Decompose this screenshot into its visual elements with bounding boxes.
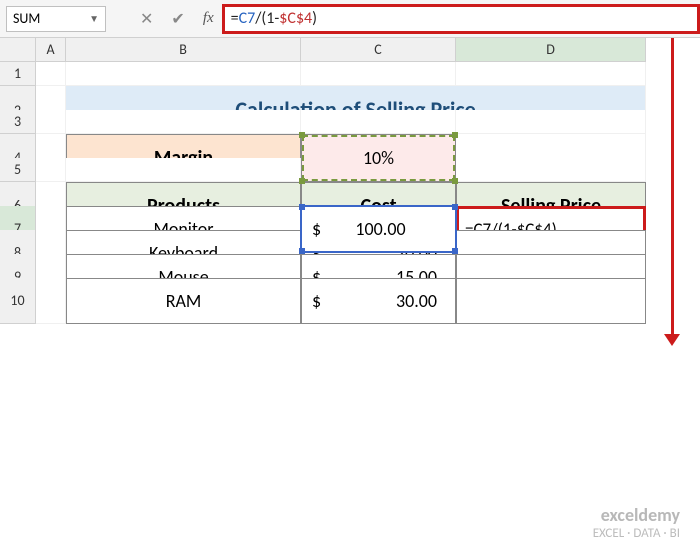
formula-suffix: ) bbox=[312, 9, 317, 28]
cell-a5[interactable] bbox=[36, 158, 66, 182]
confirm-icon[interactable]: ✔ bbox=[171, 9, 184, 29]
formula-ref1: C7 bbox=[239, 9, 256, 28]
formula-input[interactable]: =C7/(1-$C$4) bbox=[222, 4, 700, 34]
name-box[interactable]: SUM ▼ bbox=[6, 6, 106, 32]
name-box-value: SUM bbox=[13, 10, 40, 27]
cost-0[interactable]: $ 100.00 bbox=[301, 206, 456, 252]
cell-d5[interactable] bbox=[456, 158, 646, 182]
cancel-icon[interactable]: ✕ bbox=[140, 9, 153, 29]
product-3[interactable]: RAM bbox=[66, 278, 301, 324]
cell-c3[interactable] bbox=[301, 110, 456, 134]
cell-c1[interactable] bbox=[301, 62, 456, 86]
annotation-arrow-head bbox=[664, 334, 680, 346]
col-head-a[interactable]: A bbox=[36, 38, 66, 62]
cell-d3[interactable] bbox=[456, 110, 646, 134]
currency-symbol: $ bbox=[312, 218, 324, 240]
watermark-tagline: EXCEL · DATA · BI bbox=[593, 526, 680, 542]
cost-3[interactable]: $ 30.00 bbox=[301, 278, 456, 324]
col-head-d[interactable]: D bbox=[456, 38, 646, 62]
spreadsheet-grid[interactable]: A B C D 1 2 Calculation of Selling Price… bbox=[0, 38, 700, 302]
row-head-1[interactable]: 1 bbox=[0, 62, 36, 86]
row-head-10[interactable]: 10 bbox=[0, 278, 36, 324]
row-head-3[interactable]: 3 bbox=[0, 110, 36, 134]
row-head-5[interactable]: 5 bbox=[0, 158, 36, 182]
select-all-corner[interactable] bbox=[0, 38, 36, 62]
formula-mid: /(1- bbox=[255, 9, 279, 28]
formula-eq: = bbox=[231, 9, 239, 28]
margin-value: 10% bbox=[363, 147, 394, 169]
cell-b5[interactable] bbox=[66, 158, 301, 182]
cell-b3[interactable] bbox=[66, 110, 301, 134]
formula-bar-buttons: ✕ ✔ bbox=[140, 9, 185, 29]
cost-3-value: 30.00 bbox=[396, 290, 437, 312]
col-head-c[interactable]: C bbox=[301, 38, 456, 62]
currency-symbol: $ bbox=[312, 290, 324, 312]
margin-value-cell[interactable]: 10% bbox=[301, 134, 456, 182]
watermark: exceldemy EXCEL · DATA · BI bbox=[593, 505, 680, 542]
chevron-down-icon[interactable]: ▼ bbox=[89, 12, 99, 25]
cell-b1[interactable] bbox=[66, 62, 301, 86]
cell-a3[interactable] bbox=[36, 110, 66, 134]
formula-ref2: $C$4 bbox=[279, 9, 312, 28]
watermark-brand: exceldemy bbox=[593, 505, 680, 527]
formula-bar-row: SUM ▼ ✕ ✔ fx =C7/(1-$C$4) bbox=[0, 0, 700, 38]
selling-3[interactable] bbox=[456, 278, 646, 324]
fx-icon[interactable]: fx bbox=[203, 10, 214, 27]
col-head-b[interactable]: B bbox=[66, 38, 301, 62]
cell-d1[interactable] bbox=[456, 62, 646, 86]
cost-0-value: 100.00 bbox=[355, 218, 405, 240]
cell-a10[interactable] bbox=[36, 278, 66, 324]
cell-a1[interactable] bbox=[36, 62, 66, 86]
